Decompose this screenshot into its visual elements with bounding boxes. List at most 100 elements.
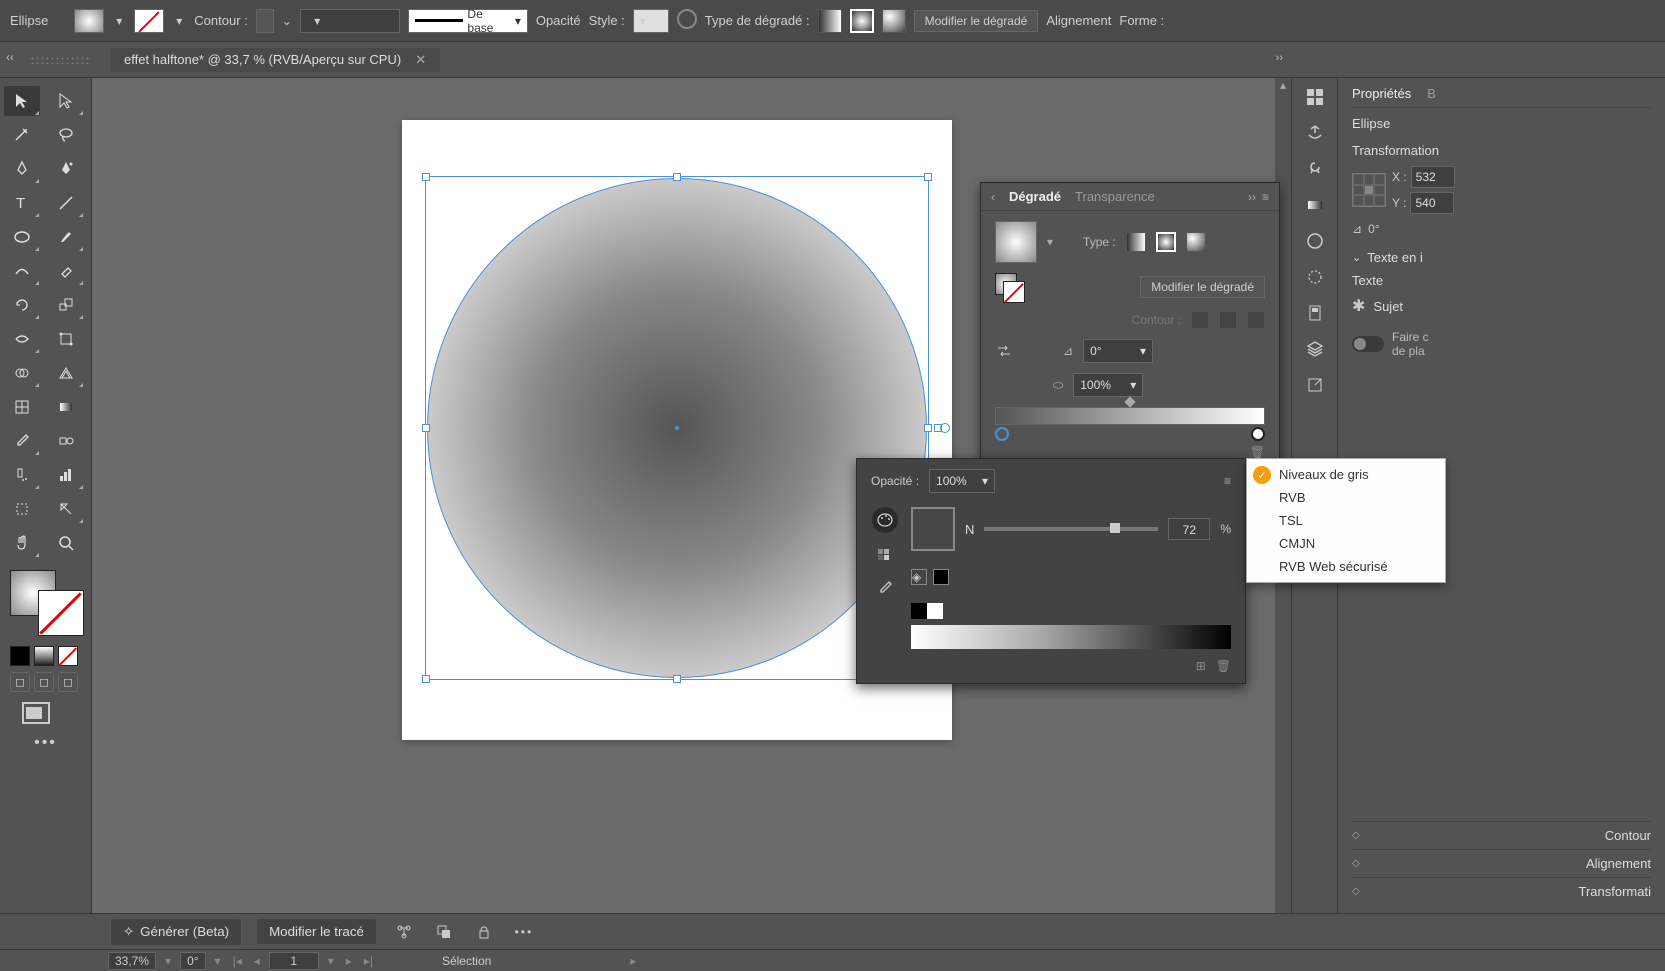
alignment-section-header[interactable]: ◇ Alignement (1352, 849, 1651, 877)
color-mixer-icon[interactable] (872, 507, 898, 533)
edit-gradient-button[interactable]: Modifier le dégradé (914, 10, 1039, 32)
fill-dropdown-icon[interactable]: ▾ (112, 14, 126, 28)
current-color-swatch[interactable] (911, 507, 955, 551)
menu-item-websafe[interactable]: RVB Web sécurisé (1247, 555, 1445, 578)
color-mode-solid[interactable] (10, 646, 30, 666)
delete-swatch-icon[interactable]: 🗑 (1216, 659, 1231, 673)
collapse-right-icon[interactable]: ›› (1276, 52, 1283, 64)
free-transform-tool[interactable] (48, 324, 84, 354)
out-of-gamut-icon[interactable]: ◈ (911, 569, 927, 585)
stroke-weight-spinner[interactable] (256, 9, 274, 33)
next-artboard-icon[interactable]: ▸ (343, 954, 355, 968)
last-artboard-icon[interactable]: ▸| (361, 954, 376, 968)
swatches-panel-icon[interactable] (1302, 266, 1328, 288)
gamut-swatch[interactable] (933, 569, 949, 585)
lock-icon[interactable] (471, 919, 497, 945)
first-artboard-icon[interactable]: |◂ (230, 954, 245, 968)
gradient-dropdown-icon[interactable]: ▾ (1047, 235, 1053, 249)
stroke-swatch[interactable] (134, 9, 164, 33)
color-panel-menu-icon[interactable]: ≡ (1224, 474, 1231, 488)
opacity-select[interactable]: 100%▾ (929, 469, 995, 493)
resize-handle[interactable] (673, 173, 681, 181)
radial-type-icon[interactable] (1156, 232, 1176, 252)
color-panel-icon[interactable] (1302, 194, 1328, 216)
recolor-icon[interactable] (677, 9, 697, 32)
text-wrap-section[interactable]: ⌄ Texte en i (1352, 250, 1651, 265)
width-tool[interactable] (4, 324, 40, 354)
draw-normal-icon[interactable]: ◻ (10, 672, 30, 692)
menu-item-cmyk[interactable]: CMJN (1247, 532, 1445, 555)
asset-export-panel-icon[interactable] (1302, 374, 1328, 396)
angle-value[interactable]: 0° (1368, 222, 1379, 236)
color-mode-gradient[interactable] (34, 646, 54, 666)
center-point[interactable] (675, 426, 679, 430)
pen-tool[interactable] (4, 154, 40, 184)
brushes-panel-icon[interactable] (1302, 302, 1328, 324)
curvature-tool[interactable] (48, 154, 84, 184)
grayscale-slider[interactable] (984, 527, 1158, 531)
contour-section-header[interactable]: ◇ Contour (1352, 821, 1651, 849)
panel-grip[interactable] (30, 56, 90, 64)
transparency-tab[interactable]: Transparence (1075, 189, 1155, 204)
gradient-tool[interactable] (48, 392, 84, 422)
libraries-tab[interactable]: B (1427, 86, 1436, 101)
mesh-tool[interactable] (4, 392, 40, 422)
gradient-aspect-input[interactable]: 100%▾ (1073, 373, 1143, 397)
arrange-icon[interactable] (431, 919, 457, 945)
edit-path-button[interactable]: Modifier le tracé (256, 918, 377, 945)
gradient-midpoint-handle[interactable] (1124, 396, 1135, 407)
zoom-level-field[interactable]: 33,7% (108, 952, 156, 970)
close-tab-icon[interactable]: ✕ (415, 52, 426, 68)
stroke-style-select[interactable]: De base ▾ (408, 9, 528, 33)
reverse-gradient-icon[interactable] (995, 342, 1013, 360)
wrap-toggle[interactable] (1352, 336, 1384, 352)
collapse-panel-icon[interactable]: ›› (1248, 190, 1256, 204)
gradient-stop-end[interactable] (1251, 427, 1265, 441)
stroke-profile-select[interactable]: ▾ (300, 9, 400, 33)
gradient-fill-stroke-toggle[interactable] (995, 273, 1023, 301)
artboard-tool[interactable] (4, 494, 40, 524)
freeform-type-icon[interactable] (1186, 232, 1206, 252)
type-tool[interactable]: T (4, 188, 40, 218)
gradient-anchor-ring[interactable] (940, 423, 950, 433)
selection-bounding-box[interactable] (425, 176, 929, 680)
grayscale-spectrum[interactable] (911, 625, 1231, 649)
lasso-tool[interactable] (48, 120, 84, 150)
draw-inside-icon[interactable]: ◻ (58, 672, 78, 692)
more-options-icon[interactable]: ••• (511, 919, 537, 945)
zoom-dropdown-icon[interactable]: ▾ (162, 954, 174, 968)
perspective-grid-tool[interactable] (48, 358, 84, 388)
x-input[interactable] (1411, 166, 1455, 188)
resize-handle[interactable] (422, 424, 430, 432)
reference-point-selector[interactable] (1352, 173, 1386, 207)
prev-artboard-icon[interactable]: ◂ (251, 954, 263, 968)
artboard-dropdown-icon[interactable]: ▾ (325, 954, 337, 968)
graphic-style-select[interactable]: ▾ (633, 9, 669, 33)
color-guide-panel-icon[interactable] (1302, 230, 1328, 252)
ungroup-icon[interactable] (391, 919, 417, 945)
stroke-indicator[interactable] (38, 590, 84, 636)
generate-button[interactable]: ✧ Générer (Beta) (110, 918, 242, 946)
panel-menu-icon[interactable]: ≡ (1262, 190, 1269, 204)
resize-handle[interactable] (422, 173, 430, 181)
resize-handle[interactable] (673, 675, 681, 683)
symbol-sprayer-tool[interactable] (4, 460, 40, 490)
fill-swatch[interactable] (74, 9, 104, 33)
gradient-slider[interactable] (995, 407, 1265, 425)
gradient-preview-swatch[interactable] (995, 221, 1037, 263)
white-swatch[interactable] (927, 603, 943, 619)
rotation-dropdown-icon[interactable]: ▾ (212, 954, 224, 968)
eyedropper-tool[interactable] (4, 426, 40, 456)
shape-builder-tool[interactable] (4, 358, 40, 388)
layers-panel-icon[interactable] (1302, 338, 1328, 360)
swatches-icon[interactable] (876, 547, 894, 565)
direct-selection-tool[interactable] (48, 86, 84, 116)
slice-tool[interactable] (48, 494, 84, 524)
libraries-panel-icon[interactable] (1302, 122, 1328, 144)
screen-mode-icon[interactable] (22, 702, 50, 724)
column-graph-tool[interactable] (48, 460, 84, 490)
menu-item-rgb[interactable]: RVB (1247, 486, 1445, 509)
menu-item-grayscale[interactable]: ✓ Niveaux de gris (1247, 463, 1445, 486)
resize-handle[interactable] (924, 173, 932, 181)
resize-handle[interactable] (422, 675, 430, 683)
